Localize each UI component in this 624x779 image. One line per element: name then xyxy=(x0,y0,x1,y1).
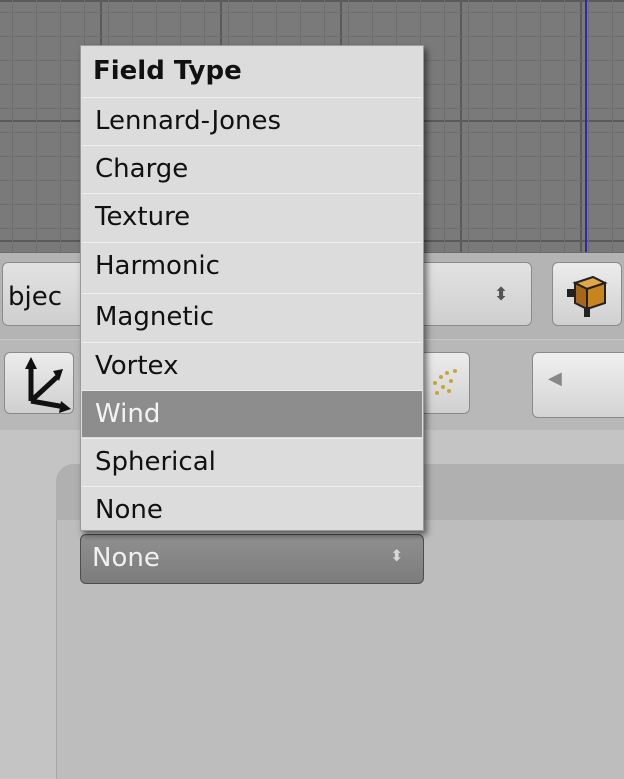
menu-item-label: Wind xyxy=(95,399,161,429)
object-cube-icon xyxy=(567,275,608,317)
previous-button[interactable] xyxy=(532,352,624,418)
menu-item-wind[interactable]: Wind xyxy=(82,390,422,437)
menu-item-label: Lennard-Jones xyxy=(95,106,282,136)
up-down-arrows-icon: ⬍ xyxy=(390,546,404,565)
menu-item-vortex[interactable]: Vortex xyxy=(82,342,422,389)
transform-axis-button[interactable] xyxy=(4,352,74,414)
menu-item-label: Spherical xyxy=(95,447,216,477)
menu-item-harmonic[interactable]: Harmonic xyxy=(82,242,422,289)
up-down-arrows-icon[interactable]: ⬍ xyxy=(486,276,516,314)
menu-item-label: Charge xyxy=(95,154,189,184)
field-type-value: None xyxy=(92,543,160,573)
menu-item-label: Harmonic xyxy=(95,251,220,281)
menu-item-label: Texture xyxy=(95,202,191,232)
axis-manipulator-icon xyxy=(25,357,71,413)
particle-button[interactable] xyxy=(420,352,470,414)
object-button[interactable] xyxy=(552,262,622,326)
left-arrow-icon: ◀ xyxy=(548,368,562,389)
menu-item-lennard-jones[interactable]: Lennard-Jones xyxy=(82,97,422,144)
menu-item-label: None xyxy=(95,495,163,525)
menu-title: Field Type xyxy=(93,56,242,86)
menu-item-magnetic[interactable]: Magnetic xyxy=(82,293,422,340)
particles-icon xyxy=(433,369,457,395)
menu-item-label: Magnetic xyxy=(95,302,215,332)
menu-item-charge[interactable]: Charge xyxy=(82,145,422,192)
field-type-menu: Field Type Lennard-Jones Charge Texture … xyxy=(80,45,424,531)
menu-item-label: Vortex xyxy=(95,351,179,381)
menu-item-none[interactable]: None xyxy=(82,486,422,533)
object-selector-label: bjec xyxy=(8,282,63,312)
viewport-axis-line xyxy=(585,0,587,252)
menu-item-spherical[interactable]: Spherical xyxy=(82,438,422,485)
menu-item-texture[interactable]: Texture xyxy=(82,193,422,240)
